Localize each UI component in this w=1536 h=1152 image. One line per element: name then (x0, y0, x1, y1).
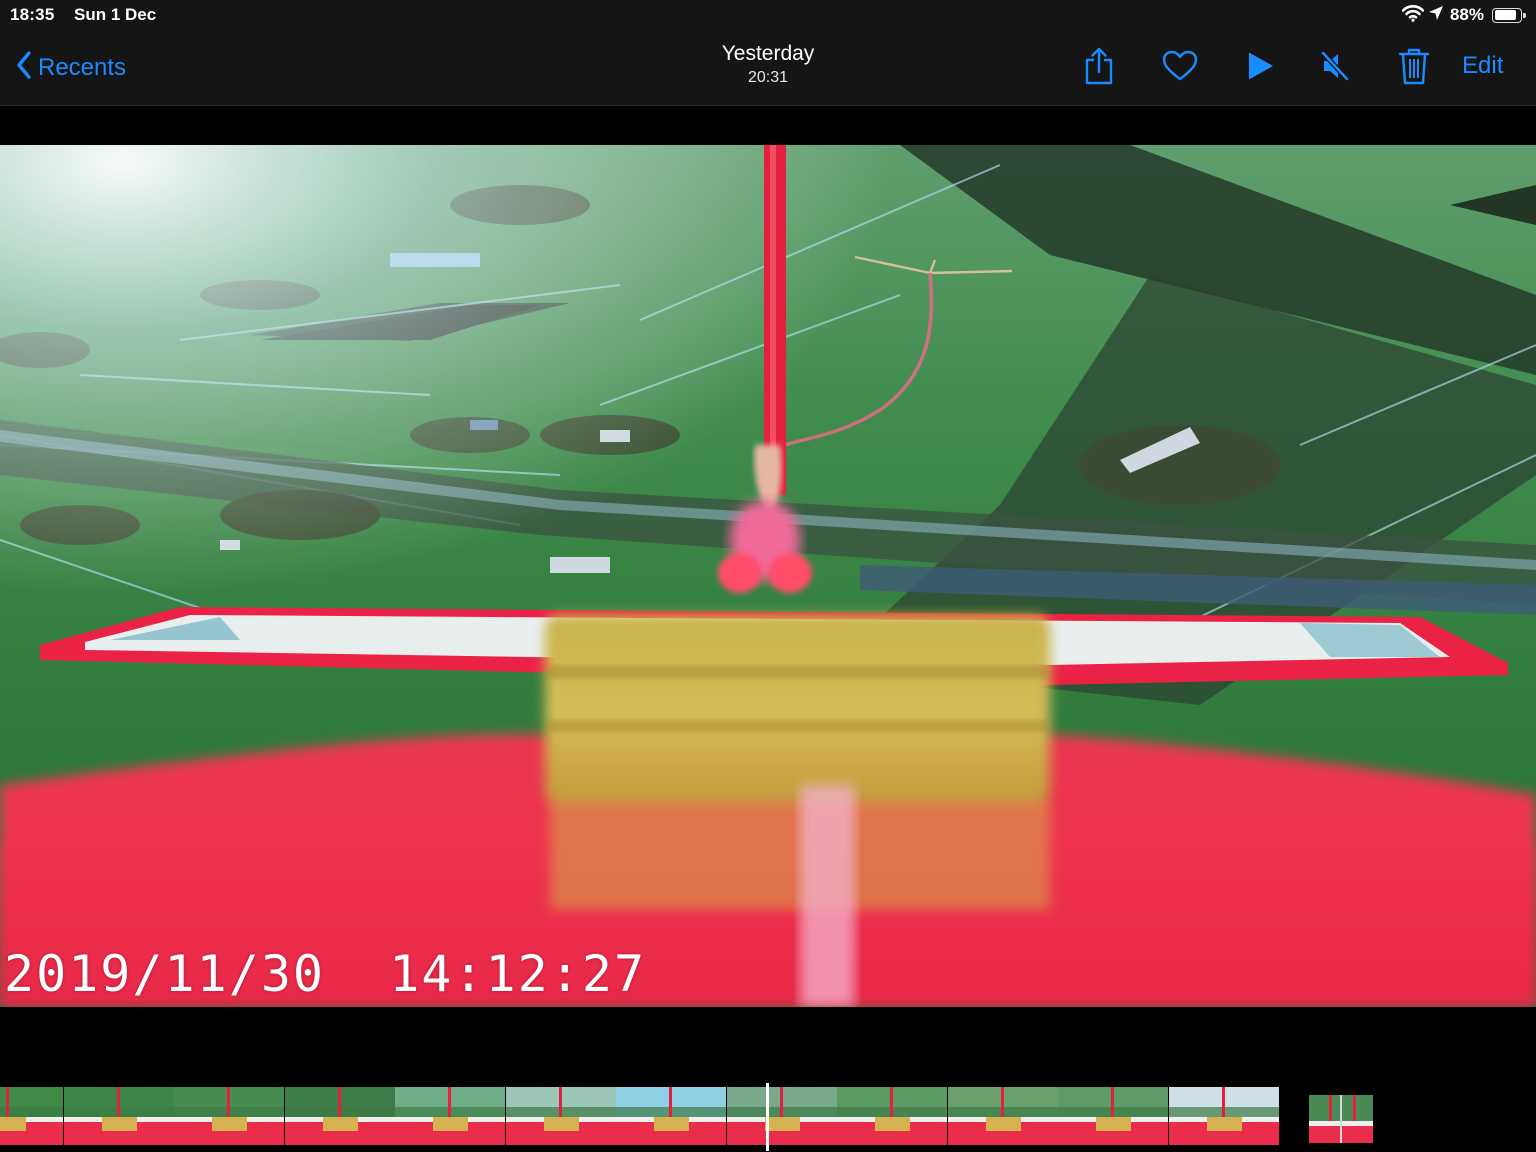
location-arrow-icon (1428, 5, 1444, 26)
filmstrip-thumbnail[interactable] (1058, 1087, 1168, 1145)
status-time: 18:35 (10, 5, 55, 24)
mute-icon (1319, 50, 1351, 87)
battery-percent: 88% (1449, 5, 1484, 24)
wifi-icon (1401, 4, 1425, 27)
filmstrip-thumbnail[interactable] (726, 1087, 837, 1145)
filmstrip-thumbnail[interactable] (0, 1087, 63, 1145)
filmstrip-thumbnail[interactable] (837, 1087, 947, 1145)
heart-icon (1162, 50, 1198, 87)
nav-bar: Recents Yesterday 20:31 Edit (0, 30, 1536, 106)
video-frame[interactable]: 2019/11/30 14:12:27 (0, 145, 1536, 1007)
share-icon (1083, 47, 1115, 90)
filmstrip-thumbnail[interactable] (63, 1087, 174, 1145)
favorite-button[interactable] (1160, 48, 1200, 88)
video-timestamp-overlay: 2019/11/30 14:12:27 (4, 945, 647, 1003)
back-label: Recents (38, 53, 127, 81)
edit-button[interactable]: Edit (1462, 52, 1503, 80)
filmstrip-current-thumbnail[interactable] (1309, 1095, 1373, 1143)
share-button[interactable] (1079, 47, 1119, 90)
filmstrip-thumbnail[interactable] (174, 1087, 284, 1145)
filmstrip-thumbnail[interactable] (1168, 1087, 1279, 1145)
filmstrip-thumbnail[interactable] (505, 1087, 616, 1145)
play-button[interactable] (1240, 48, 1280, 88)
status-date: Sun 1 Dec (74, 5, 157, 24)
status-indicators: 88% (1401, 4, 1526, 27)
scrubber-playhead[interactable] (766, 1083, 769, 1151)
page-title: Yesterday (721, 42, 815, 65)
filmstrip-thumbnail[interactable] (947, 1087, 1058, 1145)
back-button[interactable]: Recents (16, 50, 126, 85)
battery-icon (1492, 7, 1526, 23)
filmstrip-thumbnail[interactable] (284, 1087, 395, 1145)
mute-button[interactable] (1315, 48, 1355, 88)
page-subtitle: 20:31 (747, 69, 789, 86)
filmstrip-thumbnail[interactable] (616, 1087, 726, 1145)
play-icon (1246, 51, 1274, 86)
battery-fill (1494, 10, 1516, 20)
delete-button[interactable] (1394, 48, 1434, 88)
nav-title: Yesterday 20:31 (568, 42, 968, 87)
trash-icon (1398, 47, 1430, 90)
chevron-left-icon (16, 50, 32, 85)
aerial-scene-image (0, 145, 1536, 1007)
status-bar: 18:35 Sun 1 Dec 88% (0, 0, 1536, 30)
filmstrip-thumbnail[interactable] (395, 1087, 505, 1145)
